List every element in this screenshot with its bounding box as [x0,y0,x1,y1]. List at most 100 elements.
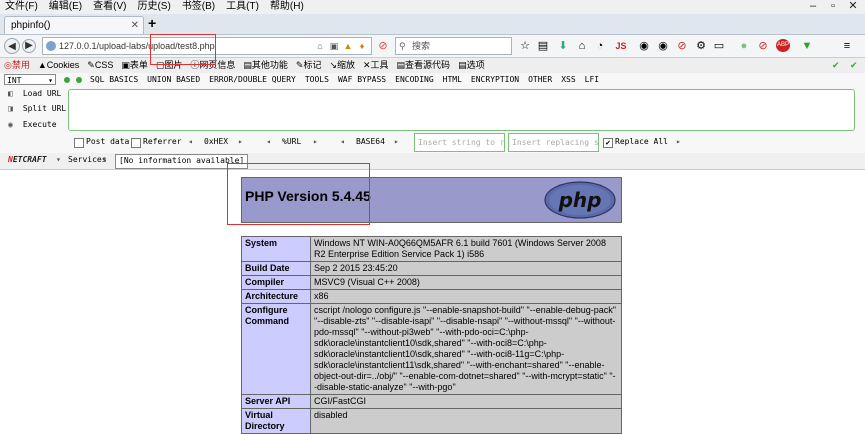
shield-icon[interactable]: ▼ [800,39,814,53]
menu-other[interactable]: OTHER [528,75,552,84]
close-window-icon[interactable]: ✕ [843,0,863,13]
menu-icon[interactable]: ≡ [840,39,854,53]
addon-icon-3[interactable]: ⚙ [694,39,708,53]
toolbar-misc[interactable]: ▤其他功能 [239,58,292,72]
toolbar-disable[interactable]: ◎禁用 [0,58,34,72]
referrer-label: Referrer [143,137,182,146]
site-identity-icon[interactable] [46,41,56,51]
adblock-icon[interactable]: ABP [776,39,790,52]
search-bar[interactable]: ⚲ 搜索 [395,37,512,55]
menu-tools[interactable]: TOOLS [305,75,329,84]
menu-encoding[interactable]: ENCODING [395,75,434,84]
menu-tools[interactable]: 工具(T) [221,0,265,13]
download-icon[interactable]: ⬇ [556,39,570,53]
menu-history[interactable]: 历史(S) [132,0,176,13]
find-string-input[interactable]: Insert string to replace [414,133,505,152]
menu-union-based[interactable]: UNION BASED [147,75,200,84]
back-icon[interactable]: ◀ [4,38,20,54]
menu-encryption[interactable]: ENCRYPTION [471,75,519,84]
web-developer-toolbar: ◎禁用 ▲Cookies ✎CSS ▣表单 ▢图片 ⓘ网页信息 ▤其他功能 ✎标记 ↘缩放 ✕工具… [0,58,865,74]
menu-file[interactable]: 文件(F) [0,0,44,13]
row-value: Sep 2 2015 23:45:20 [310,261,622,276]
green-dot-icon-2[interactable] [76,77,82,83]
netcraft-dropdown-icon[interactable]: ▾ [56,155,61,164]
toolbar-options[interactable]: ▤选项 [454,58,489,72]
row-key: Compiler [241,275,311,290]
url-highlight-box [150,34,216,65]
row-value: disabled [310,408,622,434]
home-icon[interactable]: ⌂ [575,39,589,53]
split-url-icon: ◨ [8,104,13,113]
replace-icon[interactable]: ▸ [676,137,681,147]
toolbar-css[interactable]: ✎CSS [83,58,117,72]
addon-icon-4[interactable]: ▭ [712,39,726,53]
hackbar-icon[interactable]: ● [737,39,751,53]
url-encode-icon[interactable]: ▸ [313,137,318,147]
new-tab-icon[interactable]: + [148,15,156,32]
replace-all-checkbox[interactable]: ✔ [603,138,613,148]
base64-decode-icon[interactable]: ◂ [340,137,345,147]
toolbar-forms[interactable]: ▣表单 [117,58,152,72]
netcraft-toolbar: NETCRAFT ▾ Services ▾ [No information av… [0,153,865,170]
menu-html[interactable]: HTML [443,75,462,84]
toolbar-outline[interactable]: ✎标记 [292,58,326,72]
menu-error-double-query[interactable]: ERROR/DOUBLE QUERY [209,75,296,84]
split-url-button[interactable]: ◨ Split URL [8,103,66,115]
menu-xss[interactable]: XSS [561,75,575,84]
bookmarks-menu-icon[interactable]: ▤ [536,39,550,53]
referrer-checkbox[interactable] [131,138,141,148]
post-data-checkbox[interactable] [74,138,84,148]
menu-bookmarks[interactable]: 书签(B) [177,0,221,13]
base64-encode-icon[interactable]: ▸ [394,137,399,147]
leaf-icon[interactable]: ♦ [356,40,368,52]
noscript-icon[interactable]: ⊘ [675,39,689,53]
search-icon: ⚲ [399,41,406,51]
hex-encode-icon[interactable]: ▸ [238,137,243,147]
forward-icon[interactable]: ▶ [22,39,36,53]
js-icon[interactable]: JS [611,39,631,53]
check-icon[interactable]: ✔ [828,58,844,72]
menu-help[interactable]: 帮助(H) [265,0,310,13]
post-data-label: Post data [86,137,130,146]
menu-waf-bypass[interactable]: WAF BYPASS [338,75,386,84]
menu-lfi[interactable]: LFI [585,75,599,84]
addon-icon[interactable]: ◉ [637,39,651,53]
menu-sql-basics[interactable]: SQL BASICS [90,75,138,84]
close-tab-icon[interactable]: ✕ [131,17,139,34]
search-placeholder: 搜索 [412,41,431,51]
maximize-icon[interactable]: ▫ [823,0,843,13]
block-icon[interactable]: ⊘ [376,39,390,53]
url-decode-icon[interactable]: ◂ [266,137,271,147]
lock-icon[interactable]: ▲ [342,40,354,52]
hex-decode-icon[interactable]: ◂ [188,137,193,147]
sync-icon[interactable]: ◔ [593,39,607,53]
addon-icon-2[interactable]: ◉ [656,39,670,53]
services-menu[interactable]: Services [68,155,107,164]
type-select-value: INT [7,76,22,85]
bookmark-star-icon[interactable]: ☆ [518,39,532,53]
table-row: System Windows NT WIN-A0Q66QM5AFR 6.1 bui… [241,236,622,262]
replace-string-input[interactable]: Insert replacing string [508,133,599,152]
tab-phpinfo[interactable]: phpinfo() ✕ [4,16,144,34]
table-row: Compiler MSVC9 (Visual C++ 2008) [241,275,622,290]
php-info-table: System Windows NT WIN-A0Q66QM5AFR 6.1 bui… [241,236,622,434]
minimize-icon[interactable]: – [803,0,823,13]
menu-edit[interactable]: 编辑(E) [44,0,88,13]
home-icon[interactable]: ⌂ [314,40,326,52]
toolbar-view-source[interactable]: ▤查看源代码 [393,58,455,72]
load-url-label: Load URL [22,89,62,98]
block-icon-2[interactable]: ⊘ [756,39,770,53]
green-dot-icon[interactable] [64,77,70,83]
menu-view[interactable]: 查看(V) [88,0,132,13]
netcraft-logo[interactable]: NETCRAFT [8,155,47,164]
toolbar-resize[interactable]: ↘缩放 [325,58,359,72]
toolbar-cookies[interactable]: ▲Cookies [34,58,83,72]
load-url-button[interactable]: ◧ Load URL [8,88,61,100]
toolbar-tools[interactable]: ✕工具 [359,58,393,72]
type-select[interactable]: INT ▾ [4,74,56,85]
hackbar-url-textarea[interactable] [68,89,855,131]
check-icon-2[interactable]: ✔ [846,58,862,72]
execute-button[interactable]: ◉ Execute [8,119,57,131]
screenshot-icon[interactable]: ▣ [328,40,340,52]
table-row: Server API CGI/FastCGI [241,394,622,409]
